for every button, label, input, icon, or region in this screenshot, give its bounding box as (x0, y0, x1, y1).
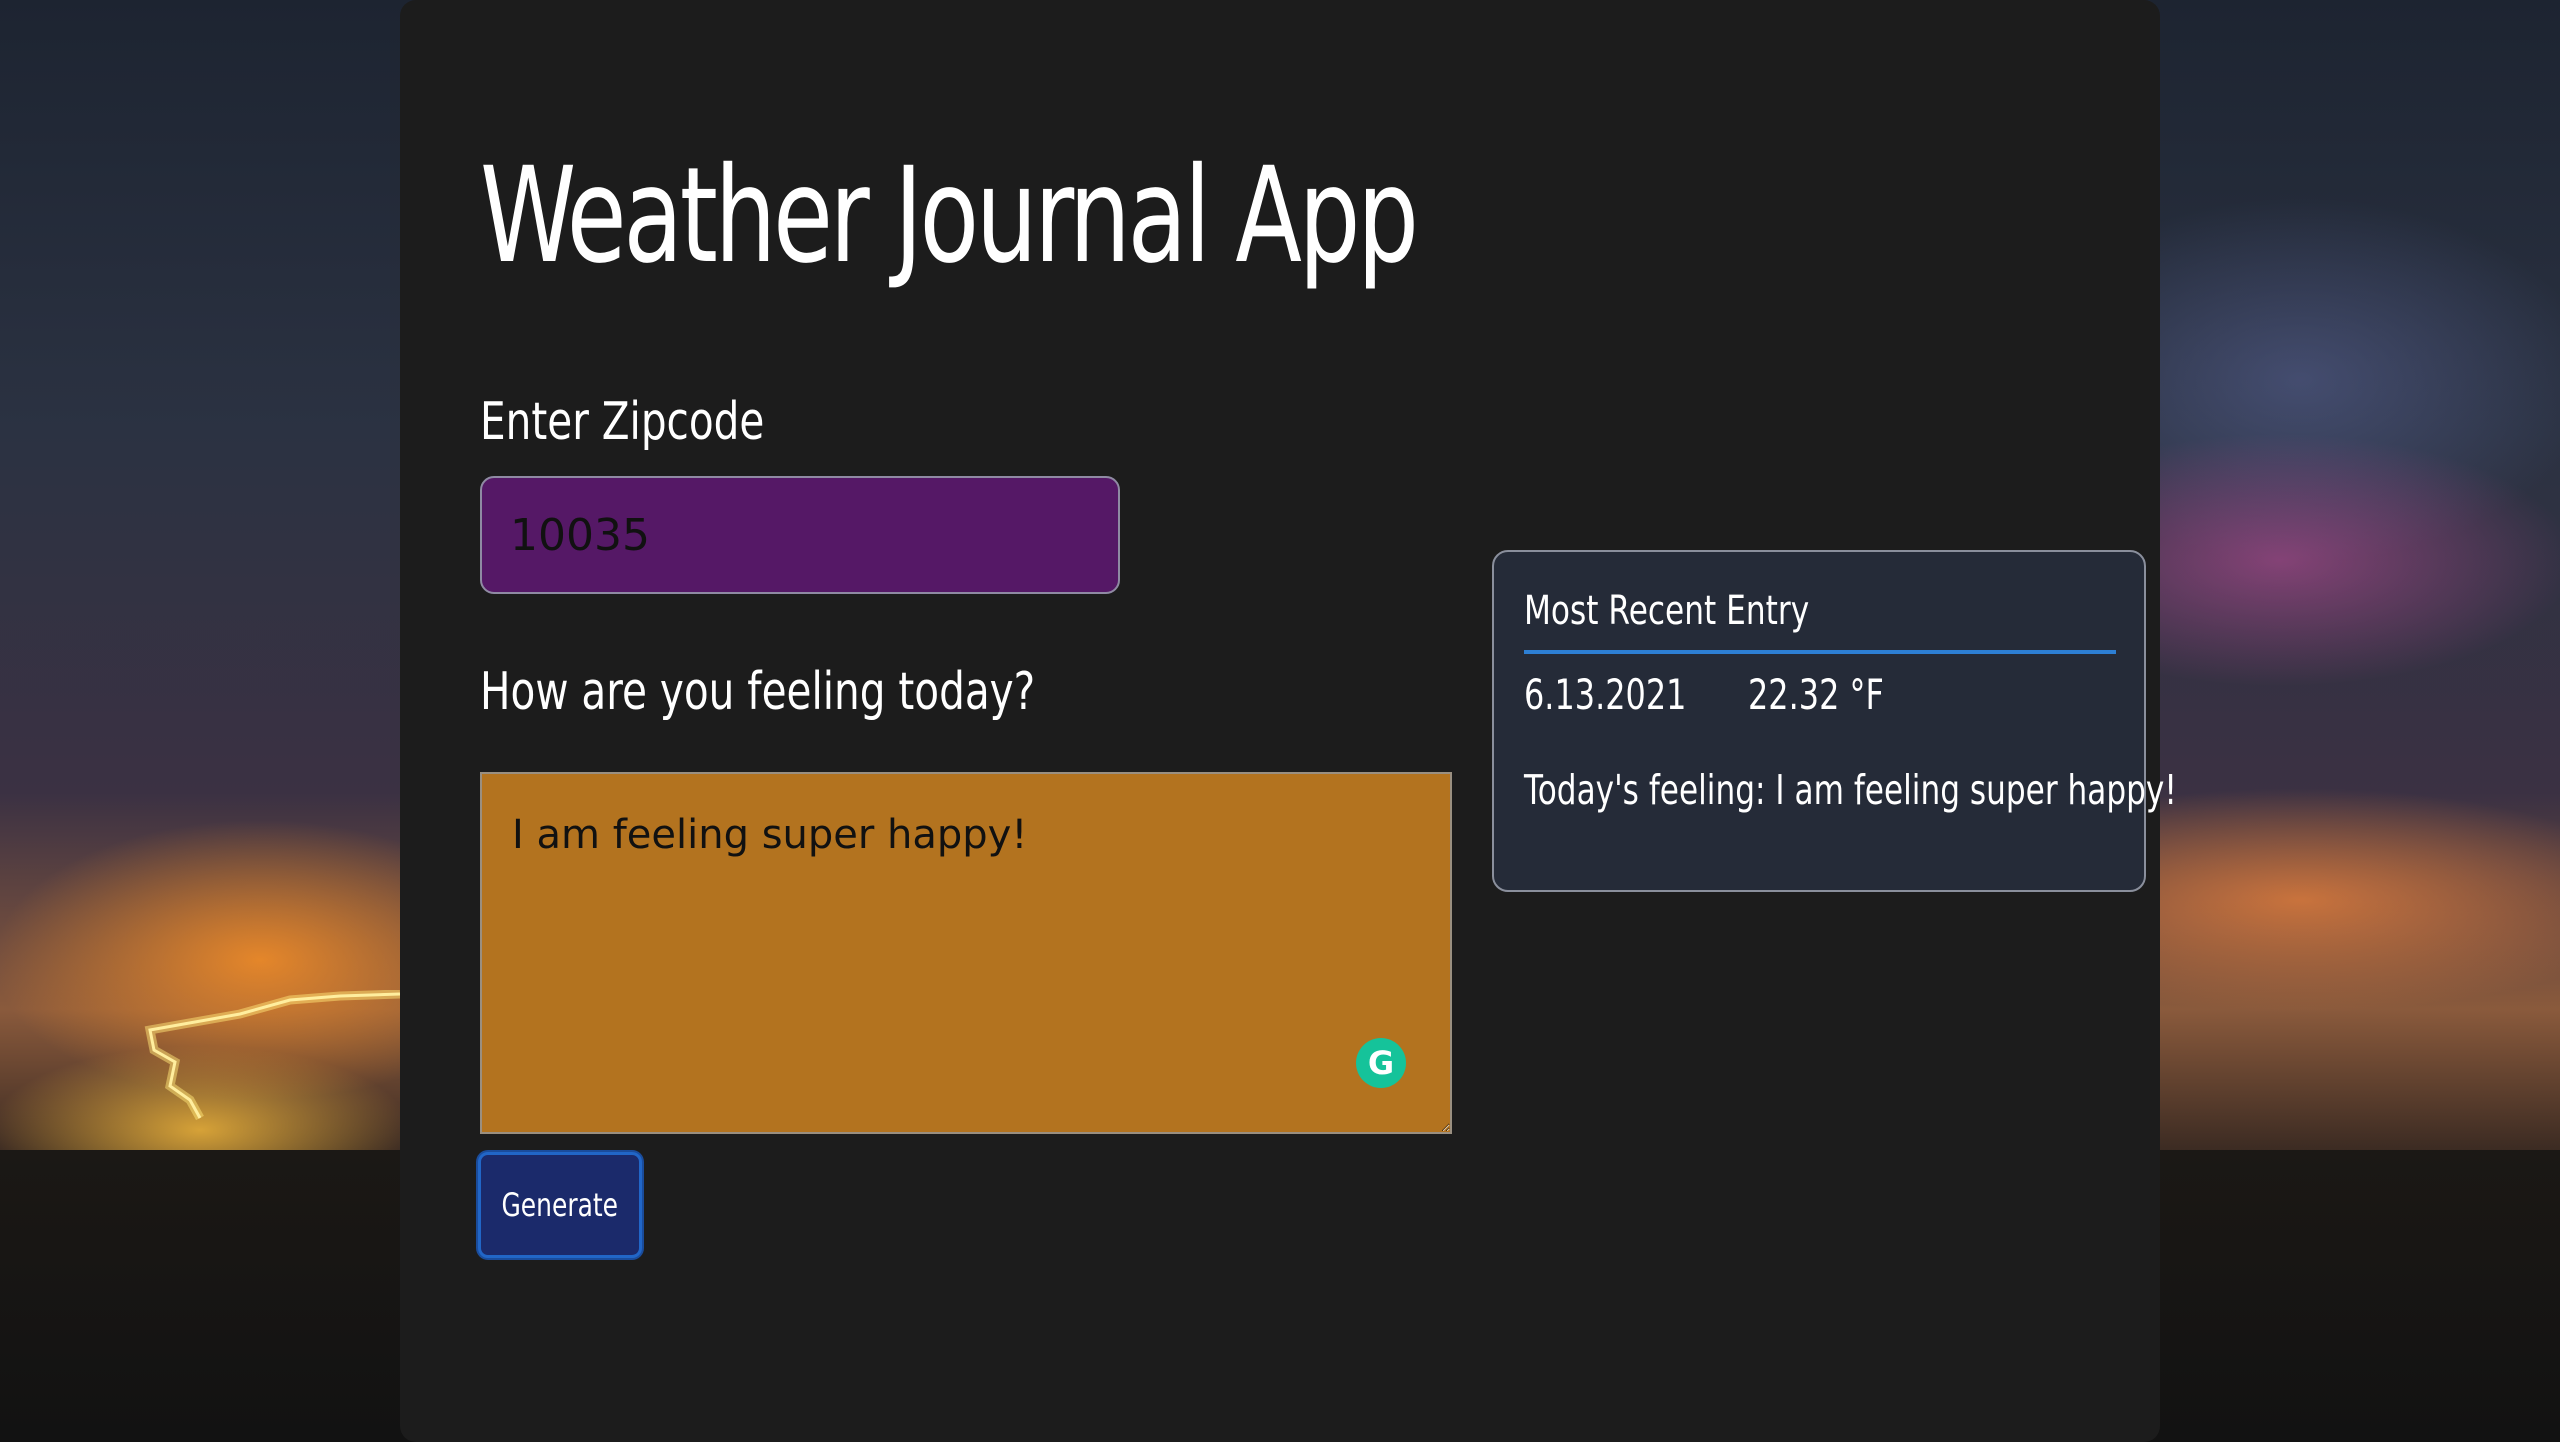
recent-entry-title: Most Recent Entry (1524, 588, 1810, 634)
lightning-decoration (144, 990, 401, 1121)
main-panel: Weather Journal App Enter Zipcode How ar… (400, 0, 2177, 1442)
entry-date: 6.13.2021 (1524, 670, 1687, 719)
generate-button[interactable]: Generate (478, 1152, 642, 1258)
page-title: Weather Journal App (480, 139, 1419, 293)
recent-entry-card: Most Recent Entry 6.13.2021 22.32 °F Tod… (1492, 550, 2177, 892)
zip-label: Enter Zipcode (480, 392, 765, 452)
recent-entry-header: Most Recent Entry (1524, 588, 2116, 654)
entry-content: Today's feeling: I am feeling super happ… (1524, 766, 2177, 814)
grammarly-icon[interactable]: G (1356, 1038, 1406, 1088)
generate-button-label: Generate (501, 1186, 619, 1224)
feelings-field: I am feeling super happy! G (480, 772, 1452, 1134)
zip-input[interactable] (480, 476, 1120, 594)
entry-temperature: 22.32 °F (1748, 670, 1884, 719)
feelings-label: How are you feeling today? (480, 662, 1036, 722)
feelings-input[interactable]: I am feeling super happy! (480, 772, 1452, 1134)
